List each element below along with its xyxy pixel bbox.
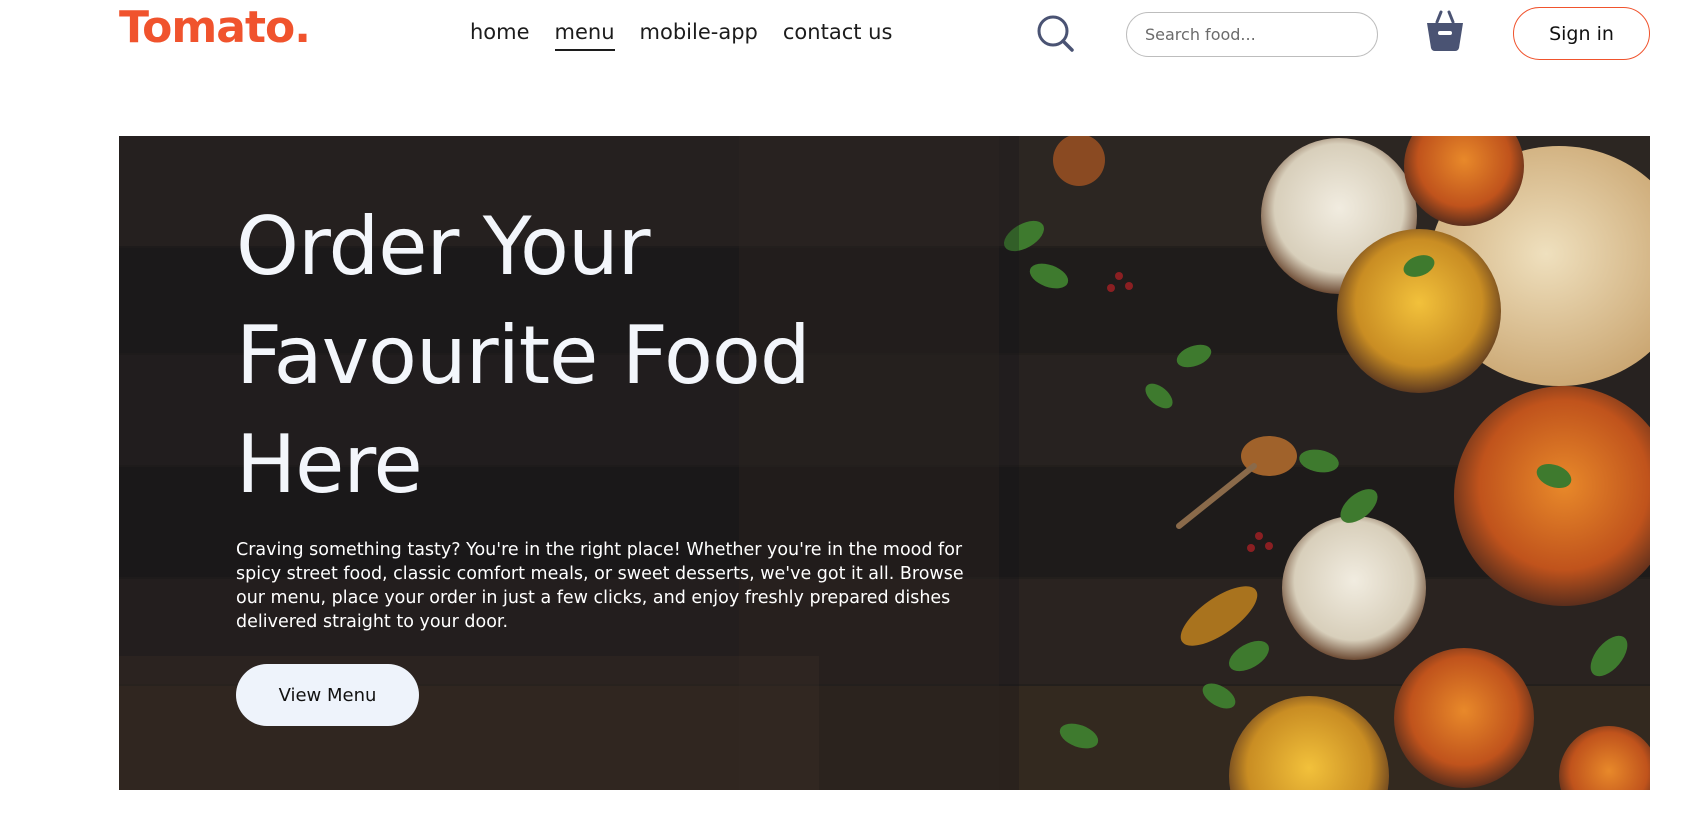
navbar: Tomato. home menu mobile-app contact us … [0,0,1706,70]
hero-title: Order Your Favourite Food Here [236,200,811,511]
nav-link-home[interactable]: home [470,18,530,51]
nav-links: home menu mobile-app contact us [470,18,892,51]
sign-in-button[interactable]: Sign in [1513,7,1650,60]
view-menu-button[interactable]: View Menu [236,664,419,726]
nav-link-mobile-app[interactable]: mobile-app [640,18,758,51]
search-input[interactable] [1126,12,1378,57]
hero-description: Craving something tasty? You're in the r… [236,540,964,632]
nav-link-menu[interactable]: menu [554,18,615,51]
hero-banner: Order Your Favourite Food Here Craving s… [119,136,1650,790]
search-icon[interactable] [1036,14,1076,54]
logo[interactable]: Tomato. [119,2,311,53]
nav-link-contact-us[interactable]: contact us [783,18,893,51]
basket-icon[interactable] [1425,10,1465,52]
